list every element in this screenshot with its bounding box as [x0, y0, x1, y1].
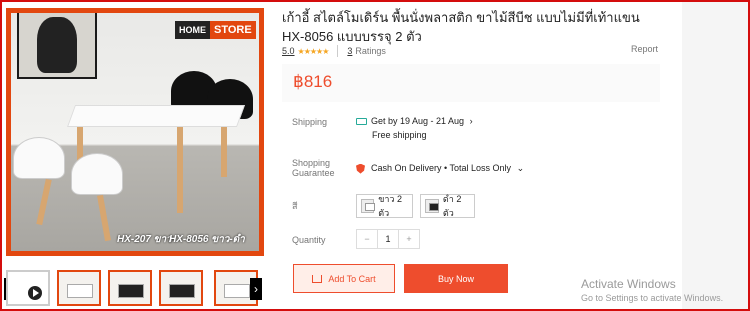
color-label: สี [292, 201, 298, 211]
quantity-increase-button[interactable]: + [399, 230, 419, 248]
variant-label: ดำ 2 ตัว [442, 194, 462, 218]
white-chair [71, 153, 123, 195]
variant-thumbnail [425, 199, 439, 213]
play-icon [26, 284, 44, 302]
variant-option-white[interactable]: ขาว 2 ตัว [356, 194, 413, 218]
thumbnail-next-arrow[interactable]: › [250, 278, 262, 300]
rating-label: Ratings [355, 46, 386, 56]
divider [337, 45, 339, 57]
cart-icon [312, 274, 323, 283]
add-to-cart-button[interactable]: Add To Cart [293, 264, 395, 293]
image-caption-left: HX-207 ขาว [117, 234, 172, 245]
thumbnail-video[interactable] [6, 270, 50, 306]
logo-store-text: STORE [210, 21, 256, 39]
guarantee-label-line2: Guarantee [292, 168, 335, 178]
rating-stars-icon: ★★★★★ [297, 46, 330, 56]
chevron-right-icon: › [469, 116, 473, 126]
thumbnail-strip: ‹ › [0, 266, 268, 308]
add-to-cart-label: Add To Cart [328, 273, 376, 284]
thumbnail-item[interactable] [159, 270, 203, 306]
thumbnail-item[interactable] [108, 270, 152, 306]
rating-count[interactable]: 3 [347, 46, 352, 56]
rating-row: 5.0 ★★★★★ 3 Ratings Report [282, 44, 658, 58]
variant-thumbnail [361, 199, 376, 213]
windows-activation-watermark: Activate Windows Go to Settings to activ… [581, 277, 723, 303]
shipping-label: Shipping [292, 117, 328, 127]
buy-now-button[interactable]: Buy Now [404, 264, 508, 293]
watermark-line1: Activate Windows [581, 277, 676, 291]
free-shipping-text: Free shipping [372, 130, 427, 140]
thumbnail-item[interactable] [57, 270, 101, 306]
main-product-image[interactable]: HOME STORE HX-207 ขาว HX-8056 ขาว-ดำ [6, 8, 264, 256]
guarantee-text: Cash On Delivery • Total Loss Only [371, 163, 512, 173]
rating-score[interactable]: 5.0 [282, 46, 295, 56]
chevron-down-icon: ⌄ [516, 163, 525, 173]
shipping-date-text: Get by 19 Aug - 21 Aug [371, 116, 465, 126]
watermark-line2: Go to Settings to activate Windows. [581, 293, 724, 303]
white-chair [13, 137, 65, 179]
page-background [682, 2, 748, 309]
table-leg [221, 127, 227, 177]
chair-leg [36, 178, 52, 226]
variant-label: ขาว 2 ตัว [378, 194, 402, 218]
table-top [66, 105, 246, 127]
home-store-logo: HOME STORE [175, 21, 256, 39]
shield-icon [356, 163, 365, 174]
image-caption-right: HX-8056 ขาว-ดำ [169, 234, 245, 245]
product-price: ฿816 [293, 72, 333, 91]
guarantee-info[interactable]: Cash On Delivery • Total Loss Only ⌄ [356, 162, 524, 174]
logo-home-text: HOME [175, 21, 210, 39]
quantity-label: Quantity [292, 235, 326, 245]
chair-leg [97, 194, 111, 242]
report-link[interactable]: Report [631, 44, 658, 54]
product-title: เก้าอี้ สไตล์โมเดิร์น พื้นนั่งพลาสติก ขา… [282, 10, 640, 44]
shipping-date[interactable]: Get by 19 Aug - 21 Aug › [356, 115, 473, 127]
truck-icon [356, 118, 367, 126]
quantity-decrease-button[interactable]: − [357, 230, 377, 248]
variant-option-black[interactable]: ดำ 2 ตัว [420, 194, 475, 218]
guarantee-label-line1: Shopping [292, 158, 331, 168]
quantity-stepper: − 1 + [356, 229, 420, 249]
table-leg [177, 127, 183, 213]
wall-art [17, 13, 97, 79]
price-box: ฿816 [282, 64, 660, 102]
quantity-input[interactable]: 1 [377, 230, 399, 248]
